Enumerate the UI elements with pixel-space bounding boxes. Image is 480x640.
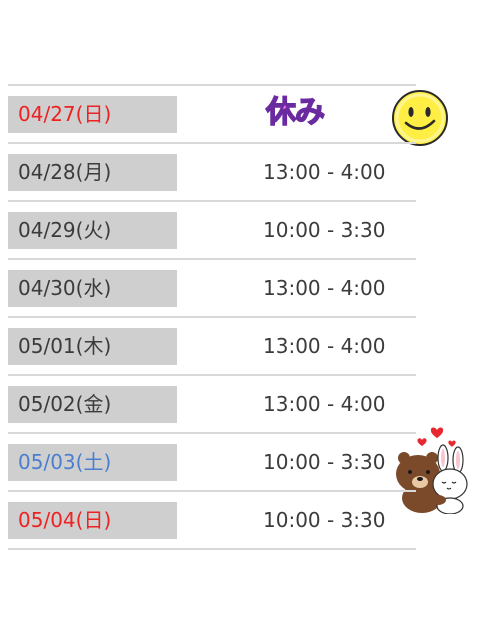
- business-hours: 13:00 - 4:00: [263, 334, 386, 358]
- holiday-label: 休み: [265, 94, 326, 131]
- date-cell: 04/27(日): [8, 96, 177, 133]
- date-cell: 05/03(土): [8, 444, 177, 481]
- business-hours: 10:00 - 3:30: [263, 508, 386, 532]
- date-cell: 05/02(金): [8, 386, 177, 423]
- date-cell: 04/30(水): [8, 270, 177, 307]
- schedule-row-0430: 04/30(水) 13:00 - 4:00: [8, 258, 416, 316]
- business-hours: 10:00 - 3:30: [263, 218, 386, 242]
- schedule-row-0501: 05/01(木) 13:00 - 4:00: [8, 316, 416, 374]
- schedule-row-0502: 05/02(金) 13:00 - 4:00: [8, 374, 416, 432]
- schedule-row-0503: 05/03(土) 10:00 - 3:30: [8, 427, 468, 514]
- schedule-table: 04/27(日) 休み 04/28(月) 13:00 - 4:00 04/29(…: [8, 84, 468, 550]
- schedule-row-0429: 04/29(火) 10:00 - 3:30: [8, 200, 416, 258]
- business-hours: 13:00 - 4:00: [263, 276, 386, 300]
- schedule-row-0428: 04/28(月) 13:00 - 4:00: [8, 142, 416, 200]
- date-cell: 05/04(日): [8, 502, 177, 539]
- schedule-row-0427: 04/27(日) 休み: [8, 84, 448, 146]
- smiley-face-icon: [392, 90, 448, 146]
- date-cell: 04/29(火): [8, 212, 177, 249]
- business-hours: 13:00 - 4:00: [263, 160, 386, 184]
- date-cell: 04/28(月): [8, 154, 177, 191]
- date-cell: 05/01(木): [8, 328, 177, 365]
- schedule-row-0504: 05/04(日) 10:00 - 3:30: [8, 490, 416, 550]
- business-hours: 13:00 - 4:00: [263, 392, 386, 416]
- business-hours: 10:00 - 3:30: [263, 450, 386, 474]
